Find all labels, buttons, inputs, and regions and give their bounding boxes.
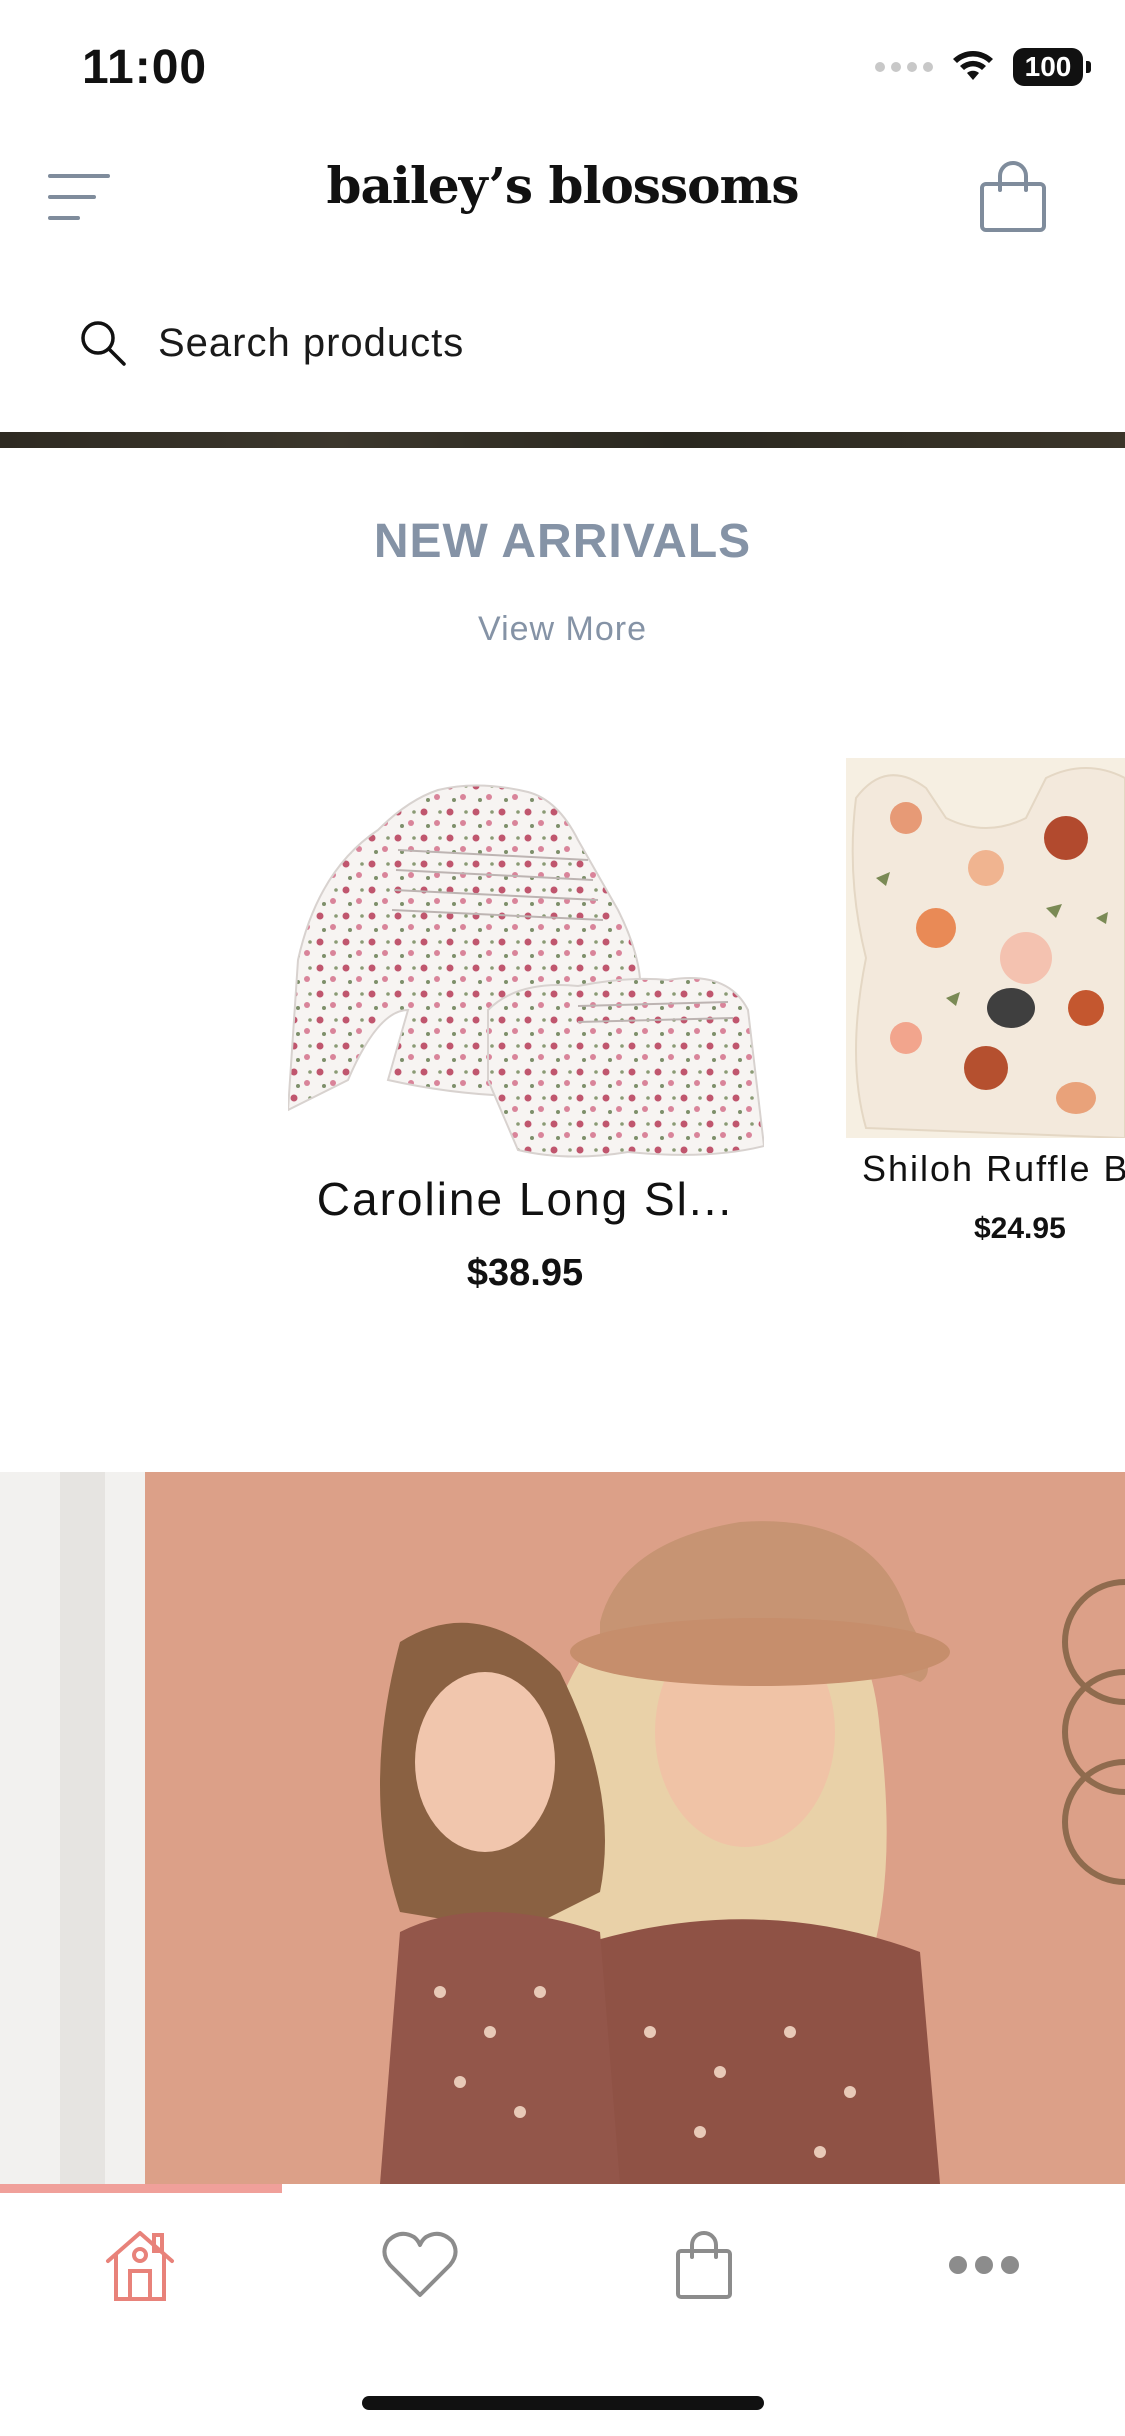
shopping-bag-icon <box>676 2231 732 2299</box>
battery-level: 100 <box>1024 51 1072 82</box>
status-icons: 100 <box>875 48 1091 86</box>
hero-image-edge <box>0 432 1125 448</box>
search-input[interactable]: Search products <box>158 321 464 366</box>
brand-logo[interactable]: bailey’s blossoms <box>0 156 1125 215</box>
cellular-signal-icon <box>875 62 933 72</box>
wifi-icon <box>953 51 993 80</box>
tab-home[interactable] <box>90 2220 190 2310</box>
more-icon <box>949 2256 1019 2274</box>
cart-button[interactable] <box>976 160 1050 234</box>
heart-icon <box>382 2231 458 2297</box>
tab-more[interactable] <box>934 2220 1034 2310</box>
battery-icon: 100 <box>1013 48 1091 86</box>
tab-favorites[interactable] <box>370 2220 470 2310</box>
status-time: 11:00 <box>82 41 208 94</box>
tab-cart[interactable] <box>654 2220 754 2310</box>
home-indicator[interactable] <box>362 2396 764 2410</box>
product-image[interactable] <box>288 780 764 1162</box>
product-price: $38.95 <box>466 1252 584 1294</box>
section-title: NEW ARRIVALS <box>373 515 752 568</box>
home-icon <box>106 2231 174 2301</box>
tab-indicator <box>0 2184 282 2193</box>
search-icon <box>81 321 126 366</box>
view-more-link[interactable]: View More <box>0 610 1125 649</box>
promo-banner-image[interactable] <box>0 1472 1125 2184</box>
product-price: $24.95 <box>974 1212 1066 1245</box>
product-name[interactable]: Caroline Long Sl... <box>200 1172 850 1226</box>
search-bar[interactable]: Search products <box>78 318 464 368</box>
product-image[interactable] <box>846 758 1125 1138</box>
product-name[interactable]: Shiloh Ruffle B <box>862 1148 1125 1190</box>
shopping-bag-icon <box>980 161 1046 232</box>
